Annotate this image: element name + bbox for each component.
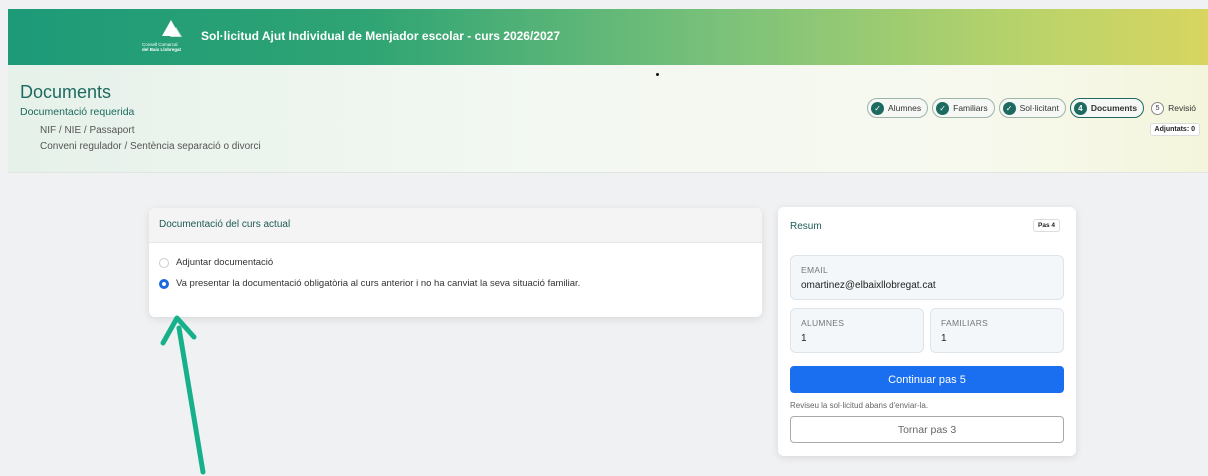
summary-title: Resum [790,221,822,232]
attachments-badge: Adjuntats: 0 [1149,123,1200,136]
email-label: EMAIL [801,265,829,275]
logo[interactable]: Consell Comarcal del Baix Llobregat [136,17,200,59]
top-bar: Consell Comarcal del Baix Llobregat Sol·… [8,9,1208,65]
required-docs-title: Documentació requerida [20,106,135,118]
step-badge: Pas 4 [1033,219,1060,232]
cursor-dot [656,73,659,76]
required-docs-list: NIF / NIE / Passaport Conveni regulador … [40,123,261,155]
option-attach-docs[interactable]: Adjuntar documentació [159,257,273,268]
family-label: FAMILIARS [941,318,989,328]
family-field: FAMILIARS 1 [930,308,1064,353]
check-icon: ✓ [871,101,885,115]
summary-card: Resum Pas 4 EMAIL omartinez@elbaixllobre… [778,207,1076,456]
step-label: Alumnes [888,103,922,113]
option-label: Adjuntar documentació [176,257,274,268]
step-label: Sol·licitant [1019,103,1059,113]
step-familiars[interactable]: ✓ Familiars [932,98,995,118]
step-number-icon: 4 [1073,101,1087,115]
step-documents[interactable]: 4 Documents [1069,98,1145,118]
logo-text-line2: del Baix Llobregat [142,47,182,52]
logo-mark-secondary-icon [170,27,182,37]
review-hint: Reviseu la sol·licitud abans d'enviar-la… [790,401,929,410]
required-doc-item: NIF / NIE / Passaport [40,125,135,136]
check-icon: ✓ [1002,101,1016,115]
email-field: EMAIL omartinez@elbaixllobregat.cat [790,255,1064,300]
step-label: Revisió [1168,103,1196,113]
back-button[interactable]: Tornar pas 3 [790,416,1064,443]
check-icon: ✓ [936,101,950,115]
radio-attach-docs[interactable] [159,257,169,268]
page-title: Documents [20,82,112,102]
page-header: Documents Documentació requerida NIF / N… [8,65,1208,173]
family-value: 1 [941,333,947,344]
option-label: Va presentar la documentació obligatòria… [176,278,581,289]
app-title: Sol·licitud Ajut Individual de Menjador … [201,29,560,43]
option-previous-docs[interactable]: Va presentar la documentació obligatòria… [159,278,580,289]
step-sollicitant[interactable]: ✓ Sol·licitant [998,98,1066,118]
students-value: 1 [801,333,807,344]
step-alumnes[interactable]: ✓ Alumnes [867,98,929,118]
stepper: ✓ Alumnes ✓ Familiars ✓ Sol·licitant 4 D… [867,98,1202,118]
radio-previous-docs[interactable] [159,278,169,289]
step-number-icon: 5 [1151,101,1165,115]
required-doc-item: Conveni regulador / Sentència separació … [40,141,261,152]
step-label: Documents [1090,103,1138,113]
documents-card: Documentació del curs actual Adjuntar do… [149,208,762,317]
step-revisio[interactable]: 5 Revisió [1148,98,1202,118]
email-value: omartinez@elbaixllobregat.cat [801,280,936,291]
documents-card-title: Documentació del curs actual [149,208,762,243]
students-field: ALUMNES 1 [790,308,924,353]
continue-button[interactable]: Continuar pas 5 [790,366,1064,393]
step-label: Familiars [953,103,988,113]
students-label: ALUMNES [801,318,845,328]
